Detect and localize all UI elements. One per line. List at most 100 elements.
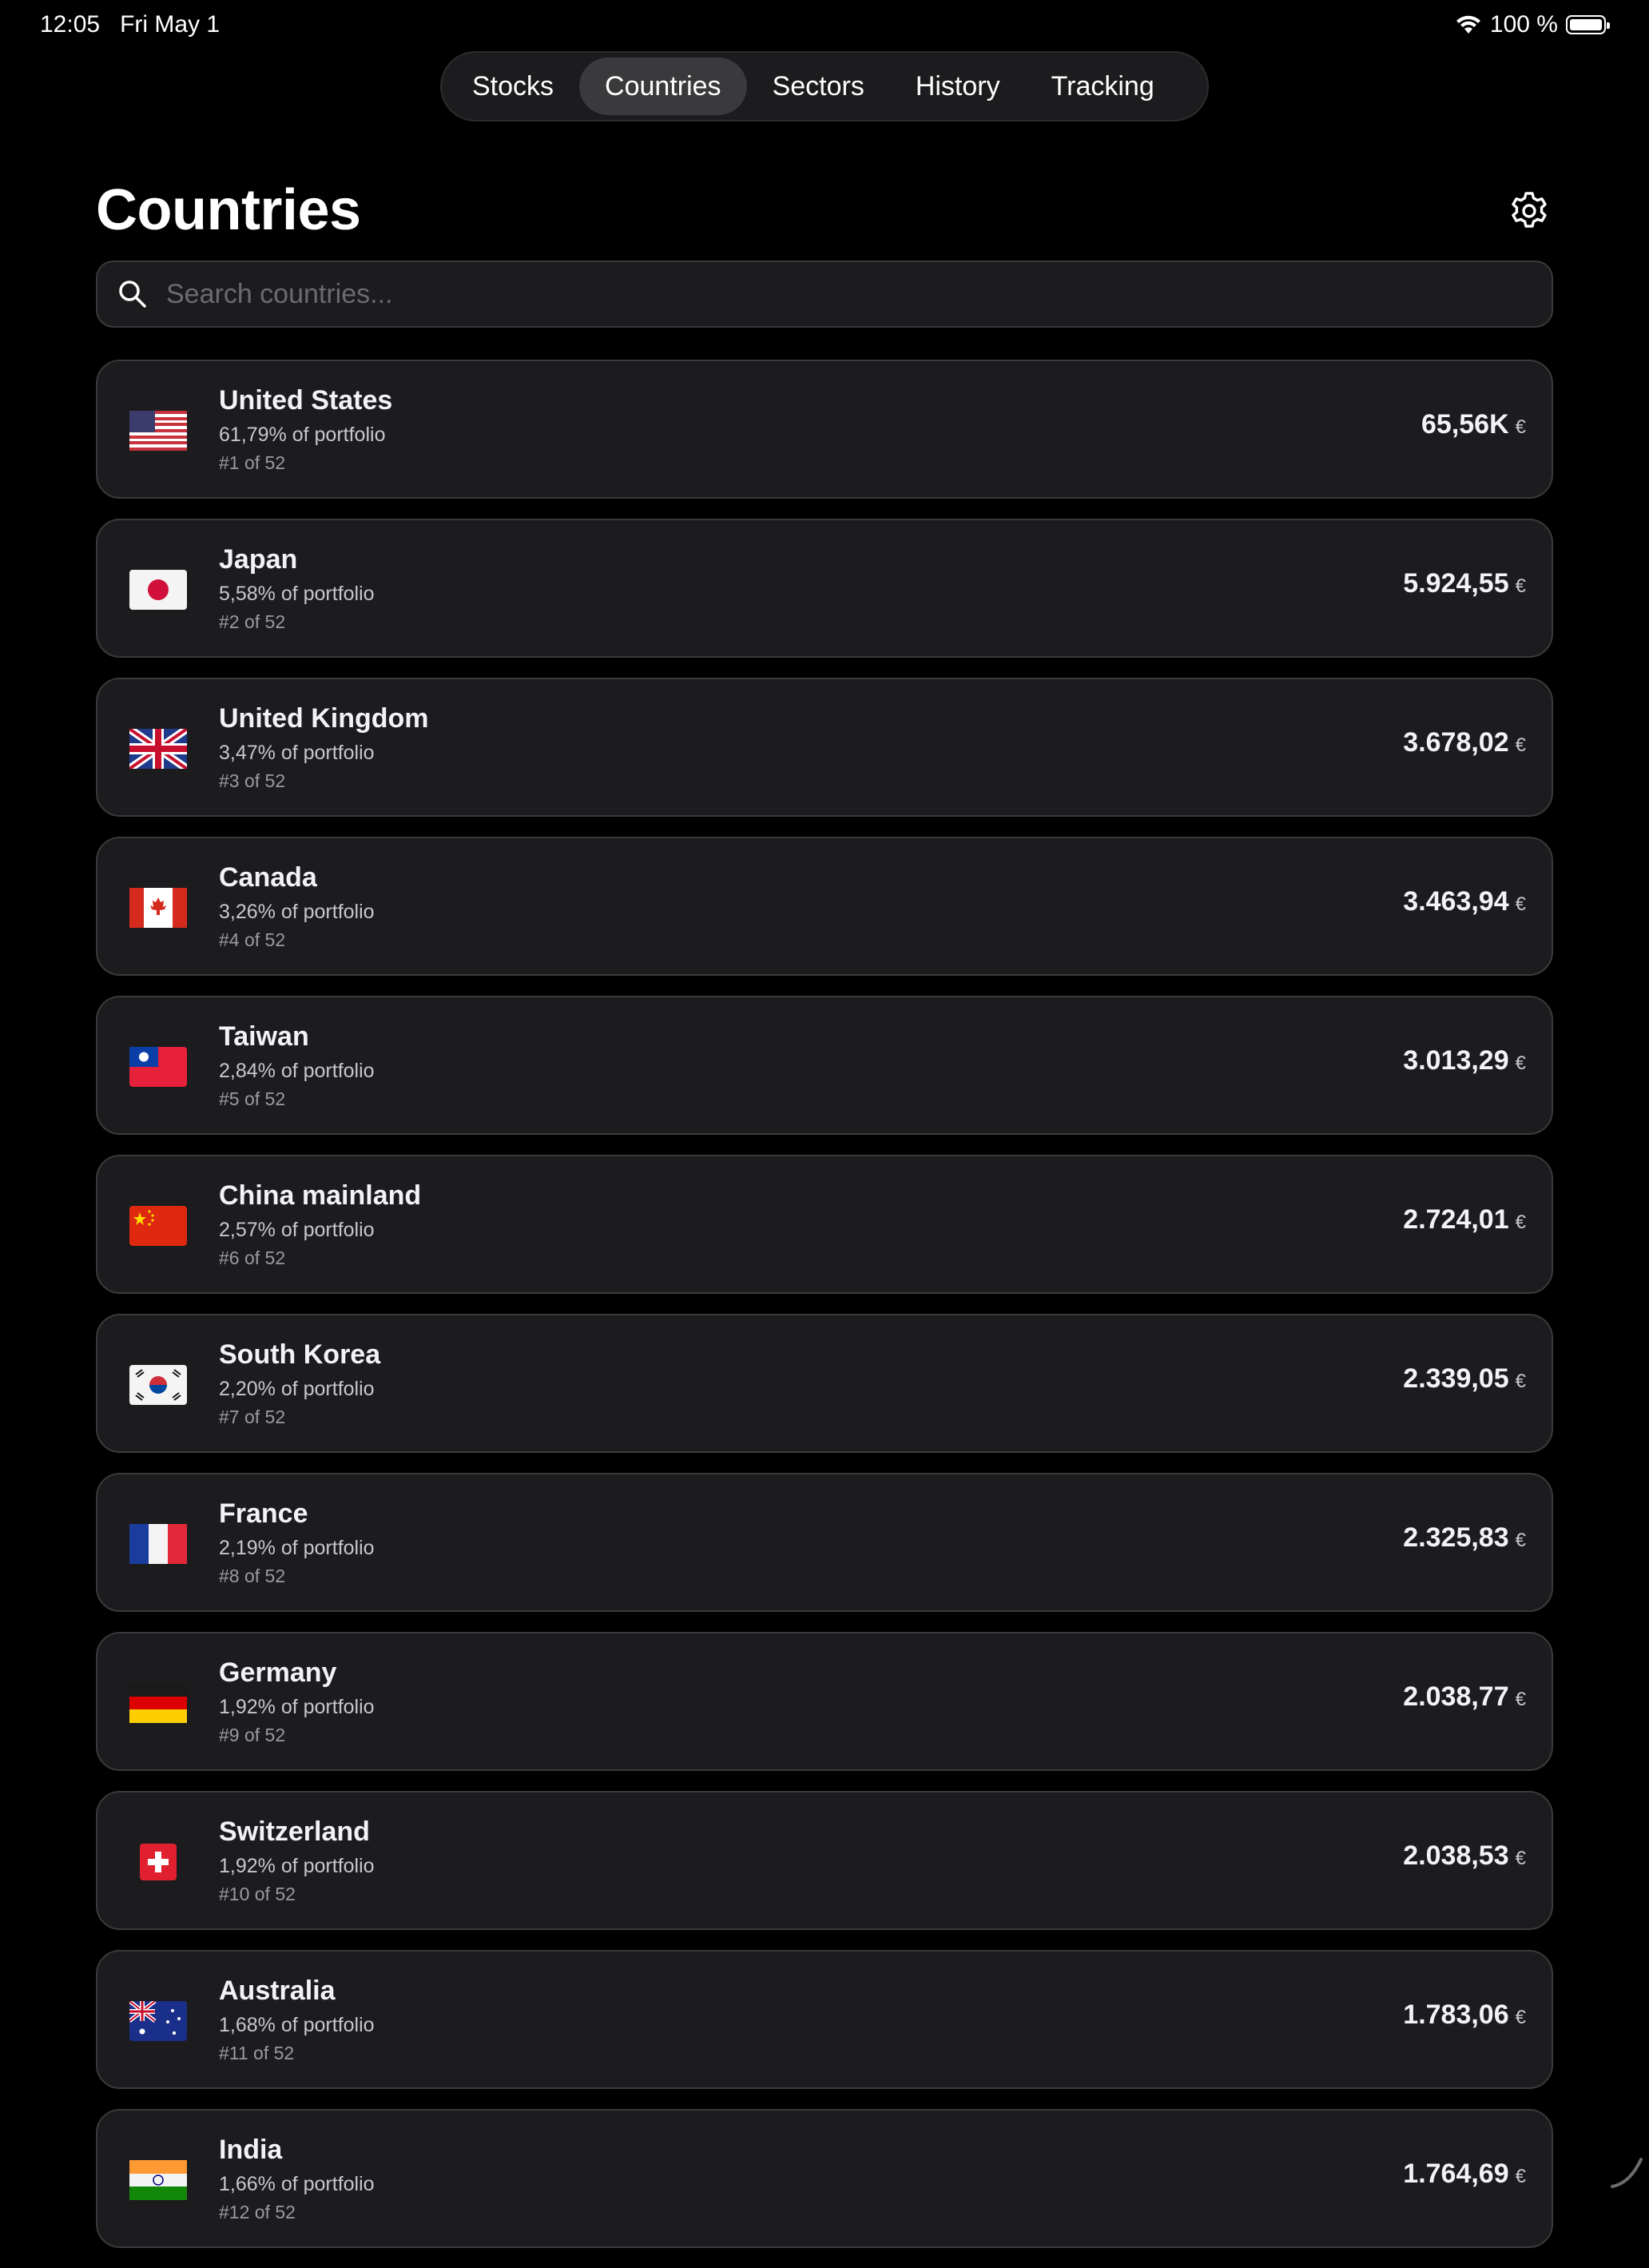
ca-flag-icon (129, 888, 187, 928)
tab-tracking[interactable]: Tracking (1026, 58, 1180, 115)
value-amount: 2.339,05 (1403, 1363, 1509, 1394)
currency-symbol: € (1515, 2166, 1526, 2187)
search-input[interactable] (165, 277, 1552, 311)
currency-symbol: € (1515, 2007, 1526, 2028)
country-value: 2.724,01 € (1403, 1204, 1526, 1235)
country-row-south-korea[interactable]: South Korea 2,20% of portfolio #7 of 52 … (96, 1314, 1553, 1453)
resize-handle-icon[interactable] (1606, 2151, 1646, 2191)
us-flag-icon (129, 411, 187, 451)
country-rank: #11 of 52 (219, 2043, 295, 2063)
in-flag-icon (129, 2160, 187, 2200)
currency-symbol: € (1515, 1371, 1526, 1392)
country-name: Germany (219, 1657, 337, 1688)
value-amount: 65,56K (1421, 409, 1509, 440)
value-amount: 5.924,55 (1403, 568, 1509, 599)
tab-stocks[interactable]: Stocks (447, 58, 579, 115)
tab-history[interactable]: History (890, 58, 1026, 115)
au-flag-icon (129, 2001, 187, 2041)
gear-icon[interactable] (1508, 190, 1550, 232)
portfolio-share: 1,92% of portfolio (219, 1696, 375, 1718)
currency-symbol: € (1515, 734, 1526, 756)
country-name: Japan (219, 544, 298, 575)
country-rank: #1 of 52 (219, 452, 286, 473)
ch-flag-icon (140, 1844, 177, 1880)
currency-symbol: € (1515, 416, 1526, 438)
country-row-switzerland[interactable]: Switzerland 1,92% of portfolio #10 of 52… (96, 1791, 1553, 1930)
country-row-france[interactable]: France 2,19% of portfolio #8 of 52 2.325… (96, 1473, 1553, 1612)
country-row-germany[interactable]: Germany 1,92% of portfolio #9 of 52 2.03… (96, 1632, 1553, 1771)
value-amount: 2.724,01 (1403, 1204, 1509, 1235)
country-name: China mainland (219, 1180, 422, 1211)
country-row-india[interactable]: India 1,66% of portfolio #12 of 52 1.764… (96, 2109, 1553, 2248)
value-amount: 2.325,83 (1403, 1522, 1509, 1553)
battery-percent: 100 % (1489, 11, 1558, 38)
status-indicators: 100 % (1455, 11, 1610, 38)
wifi-icon (1456, 15, 1480, 34)
tab-bar: Stocks Countries Sectors History Trackin… (440, 51, 1209, 121)
value-amount: 3.463,94 (1403, 886, 1509, 917)
portfolio-share: 2,19% of portfolio (219, 1537, 375, 1559)
country-row-japan[interactable]: Japan 5,58% of portfolio #2 of 52 5.924,… (96, 519, 1553, 658)
value-amount: 2.038,77 (1403, 1681, 1509, 1712)
country-rank: #6 of 52 (219, 1247, 286, 1268)
country-rank: #10 of 52 (219, 1884, 296, 1904)
country-value: 1.764,69 € (1403, 2159, 1526, 2190)
country-row-united-states[interactable]: United States 61,79% of portfolio #1 of … (96, 360, 1553, 499)
country-value: 1.783,06 € (1403, 1999, 1526, 2031)
value-amount: 2.038,53 (1403, 1840, 1509, 1871)
portfolio-share: 61,79% of portfolio (219, 424, 386, 446)
tw-flag-icon (129, 1047, 187, 1087)
countries-list: United States 61,79% of portfolio #1 of … (96, 360, 1553, 2268)
page-title: Countries (96, 178, 361, 242)
country-name: France (219, 1498, 308, 1529)
search-icon (119, 281, 146, 308)
country-rank: #7 of 52 (219, 1407, 286, 1427)
search-bar (96, 261, 1553, 328)
country-row-australia[interactable]: Australia 1,68% of portfolio #11 of 52 1… (96, 1950, 1553, 2089)
country-row-united-kingdom[interactable]: United Kingdom 3,47% of portfolio #3 of … (96, 678, 1553, 817)
kr-flag-icon (129, 1365, 187, 1405)
cn-flag-icon (129, 1206, 187, 1246)
country-name: Canada (219, 862, 317, 893)
currency-symbol: € (1515, 1052, 1526, 1074)
currency-symbol: € (1515, 893, 1526, 915)
country-rank: #8 of 52 (219, 1566, 286, 1586)
portfolio-share: 5,58% of portfolio (219, 583, 375, 605)
country-value: 65,56K € (1421, 409, 1526, 440)
country-name: India (219, 2135, 283, 2165)
gb-flag-icon (129, 729, 187, 769)
de-flag-icon (129, 1683, 187, 1723)
country-value: 5.924,55 € (1403, 568, 1526, 599)
country-value: 2.325,83 € (1403, 1522, 1526, 1554)
country-row-taiwan[interactable]: Taiwan 2,84% of portfolio #5 of 52 3.013… (96, 996, 1553, 1135)
country-row-canada[interactable]: Canada 3,26% of portfolio #4 of 52 3.463… (96, 837, 1553, 976)
portfolio-share: 1,68% of portfolio (219, 2014, 375, 2036)
country-value: 2.339,05 € (1403, 1363, 1526, 1395)
country-rank: #12 of 52 (219, 2202, 296, 2222)
country-rank: #3 of 52 (219, 770, 286, 791)
country-value: 3.678,02 € (1403, 727, 1526, 758)
tab-sectors[interactable]: Sectors (747, 58, 890, 115)
battery-icon (1566, 15, 1610, 34)
value-amount: 1.764,69 (1403, 2159, 1509, 2189)
value-amount: 3.678,02 (1403, 727, 1509, 758)
currency-symbol: € (1515, 1530, 1526, 1551)
country-name: Australia (219, 1976, 336, 2006)
country-rank: #2 of 52 (219, 611, 286, 632)
fr-flag-icon (129, 1524, 187, 1564)
country-name: South Korea (219, 1339, 381, 1370)
country-name: United States (219, 385, 393, 416)
tab-countries[interactable]: Countries (579, 58, 747, 115)
country-value: 3.463,94 € (1403, 886, 1526, 917)
country-value: 3.013,29 € (1403, 1045, 1526, 1076)
value-amount: 3.013,29 (1403, 1045, 1509, 1076)
portfolio-share: 2,20% of portfolio (219, 1378, 375, 1400)
country-row-china-mainland[interactable]: China mainland 2,57% of portfolio #6 of … (96, 1155, 1553, 1294)
clock-text: 12:05 (40, 11, 101, 38)
country-rank: #4 of 52 (219, 929, 286, 950)
country-name: Taiwan (219, 1021, 309, 1052)
country-value: 2.038,53 € (1403, 1840, 1526, 1872)
status-bar: 12:05 Fri May 1 100 % (0, 0, 1649, 51)
portfolio-share: 3,26% of portfolio (219, 901, 375, 923)
portfolio-share: 1,92% of portfolio (219, 1855, 375, 1877)
